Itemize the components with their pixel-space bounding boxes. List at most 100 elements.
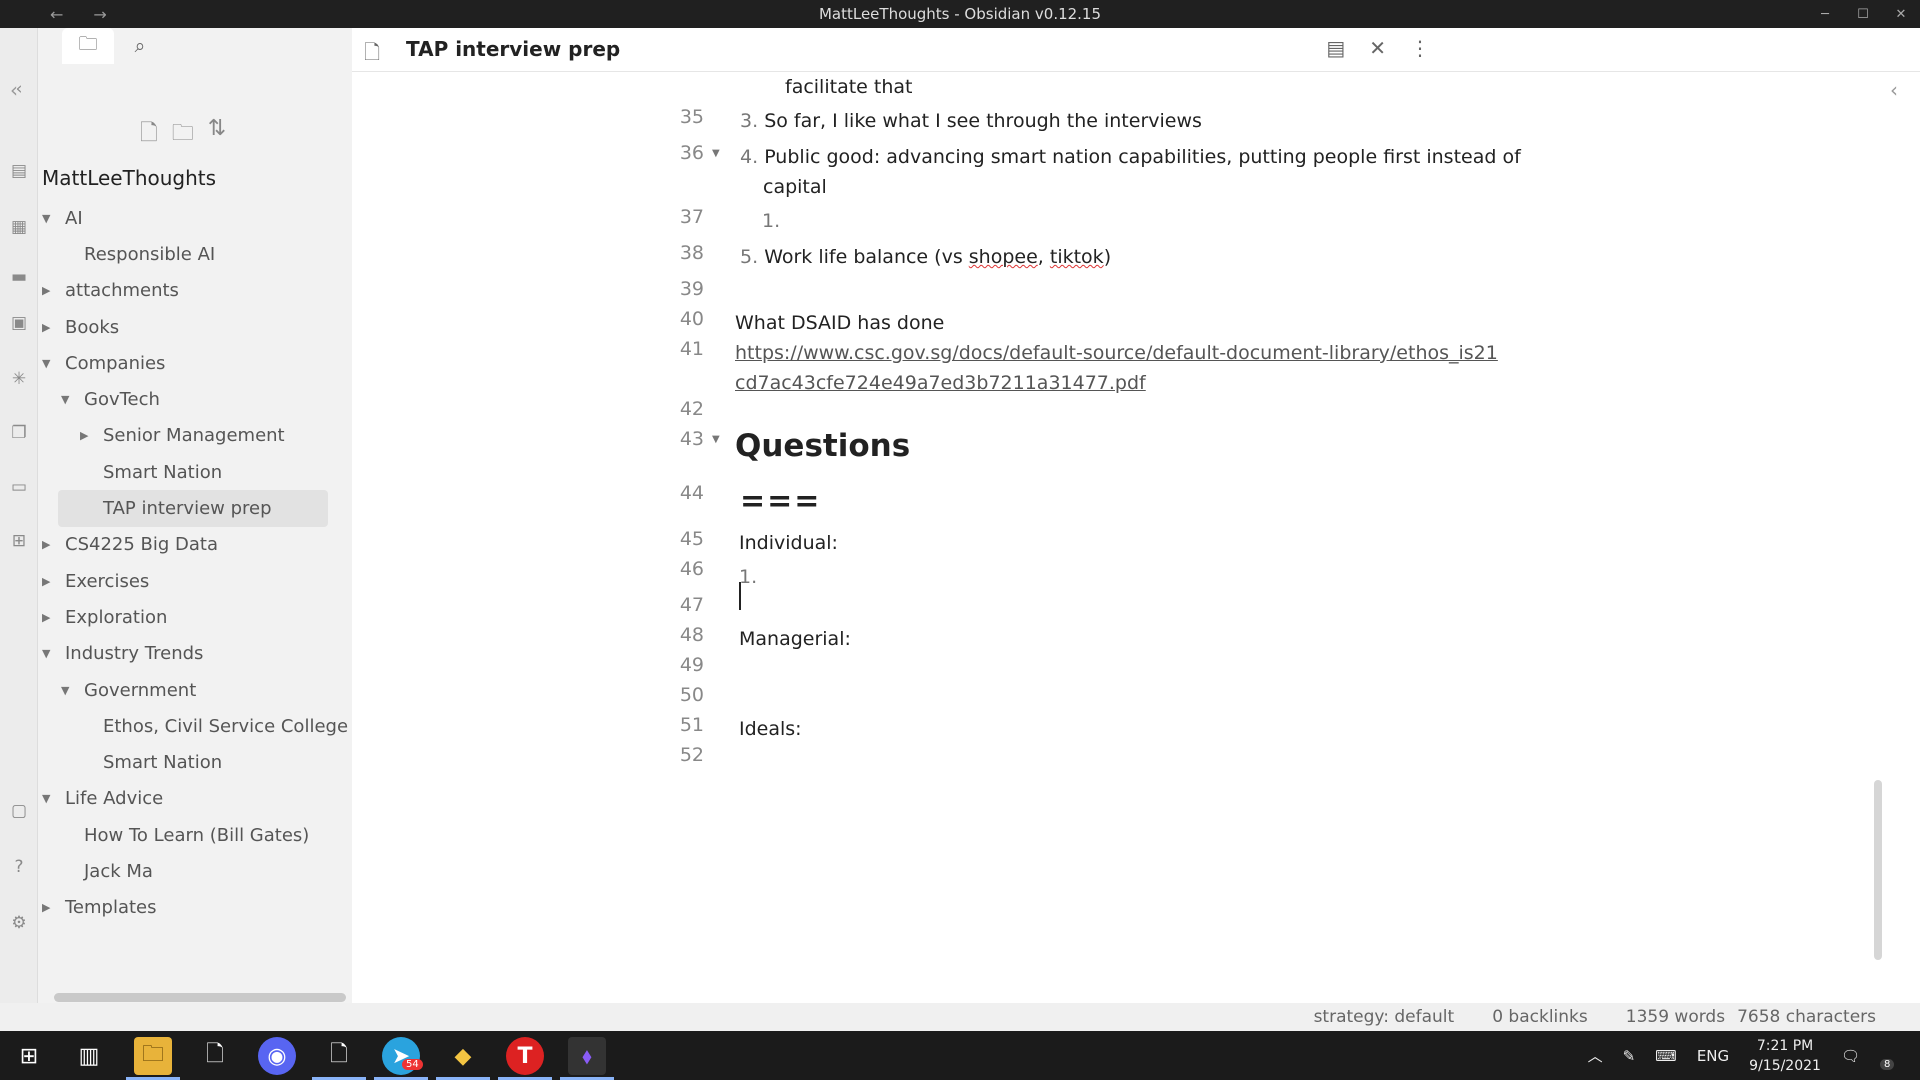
url-link[interactable]: cd7ac43cfe724e49a7ed3b7211a31477.pdf xyxy=(735,372,1146,394)
task-view-icon[interactable]: ▥ xyxy=(70,1037,108,1075)
tree-item[interactable]: TAP interview prep xyxy=(58,490,328,527)
tree-item[interactable]: ▼ Government xyxy=(38,672,352,708)
tree-item[interactable]: Jack Ma xyxy=(38,853,352,889)
chevron-right-icon[interactable]: ▶ xyxy=(42,538,54,551)
chevron-right-icon[interactable]: ▶ xyxy=(42,611,54,624)
tree-item[interactable]: ▼ Companies xyxy=(38,345,352,381)
search-tab-search-icon[interactable]: ⌕ xyxy=(114,28,166,64)
minimize-button[interactable]: ─ xyxy=(1806,0,1844,28)
tree-item[interactable]: Smart Nation xyxy=(38,744,352,780)
plugins-icon[interactable]: ⊞ xyxy=(0,528,38,554)
keyboard-icon[interactable]: ⌨ xyxy=(1655,1047,1677,1065)
tree-item-label: Companies xyxy=(65,352,166,374)
list-item: 4. Public good: advancing smart nation c… xyxy=(740,146,1521,168)
tree-item[interactable]: ▼ AI xyxy=(38,200,352,236)
tree-item[interactable]: ▶ Books xyxy=(38,309,352,345)
pen-icon[interactable]: ✎ xyxy=(1623,1047,1636,1065)
chevron-right-icon[interactable]: ▶ xyxy=(80,429,92,442)
notifications-icon[interactable]: 🗨 xyxy=(1841,1047,1860,1065)
preview-toggle-icon[interactable]: ▤ xyxy=(1326,36,1345,60)
tree-item-label: GovTech xyxy=(84,389,160,411)
settings-gear-icon[interactable]: ⚙ xyxy=(0,910,38,936)
notepad-icon[interactable]: 🗋 xyxy=(320,1037,358,1075)
forward-arrow-icon[interactable]: → xyxy=(93,5,106,24)
help-icon[interactable]: ? xyxy=(0,854,38,880)
line-number: 40 xyxy=(679,308,704,330)
misspelled-word[interactable]: shopee xyxy=(969,246,1038,268)
editor-pane[interactable]: 35 36 37 38 39 40 41 42 43 44 45 46 47 4… xyxy=(352,72,1882,1002)
table-icon[interactable]: ▦ xyxy=(0,214,38,240)
list-item: 1. xyxy=(739,566,757,588)
tree-item[interactable]: ▼ Industry Trends xyxy=(38,636,352,672)
tree-item[interactable]: ▶ Templates xyxy=(38,890,352,926)
quick-switcher-icon[interactable]: ▤ xyxy=(0,158,38,184)
chevron-right-icon[interactable]: ▶ xyxy=(42,901,54,914)
files-tab-folder-icon[interactable]: 🗀 xyxy=(62,28,114,64)
collapse-right-icon[interactable]: ‹ xyxy=(1890,78,1898,102)
tree-item[interactable]: ▶ Exploration xyxy=(38,599,352,635)
line-number: 43 xyxy=(679,428,704,450)
misspelled-word[interactable]: tiktok xyxy=(1050,246,1104,268)
tree-item-label: CS4225 Big Data xyxy=(65,534,218,556)
chevron-down-icon[interactable]: ▼ xyxy=(42,357,54,370)
window-controls: ─ ☐ ✕ xyxy=(1806,0,1920,28)
chevron-right-icon[interactable]: ▶ xyxy=(42,575,54,588)
tree-item[interactable]: ▶ Exercises xyxy=(38,563,352,599)
new-folder-icon[interactable]: 🗀 xyxy=(172,116,194,154)
chevron-right-icon[interactable]: ▶ xyxy=(42,321,54,334)
document-icon[interactable]: 🗋 xyxy=(196,1037,234,1075)
file-explorer-icon[interactable]: 🗀 xyxy=(134,1037,172,1075)
back-arrow-icon[interactable]: ← xyxy=(50,5,63,24)
chevron-down-icon[interactable]: ▼ xyxy=(42,212,54,225)
discord-icon[interactable]: ◉ xyxy=(258,1037,296,1075)
vault-icon[interactable]: ▢ xyxy=(0,798,38,824)
obsidian-icon[interactable]: ⬧ xyxy=(568,1037,606,1075)
editor-scrollbar[interactable] xyxy=(1874,780,1882,960)
chevron-down-icon[interactable]: ▼ xyxy=(61,393,73,406)
status-backlinks[interactable]: 0 backlinks xyxy=(1492,1007,1588,1027)
windows-start-icon[interactable]: ⊞ xyxy=(10,1037,48,1075)
t-app-icon[interactable]: T xyxy=(506,1037,544,1075)
chevron-down-icon[interactable]: ▼ xyxy=(61,684,73,697)
tree-item-label: attachments xyxy=(65,280,179,302)
close-window-button[interactable]: ✕ xyxy=(1882,0,1920,28)
tree-item[interactable]: ▶ attachments xyxy=(38,273,352,309)
new-note-icon[interactable]: 🗋 xyxy=(140,116,158,154)
chevron-right-icon[interactable]: ▶ xyxy=(42,284,54,297)
line-number: 52 xyxy=(679,744,704,766)
fold-toggle-icon[interactable]: ▼ xyxy=(712,434,720,445)
tree-item[interactable]: How To Learn (Bill Gates) xyxy=(38,817,352,853)
chevron-left-icon[interactable]: ‹ xyxy=(10,78,18,102)
file-actions: 🗋 🗀 ⇅ xyxy=(140,116,226,154)
document-icon[interactable]: ▣ xyxy=(0,310,38,336)
git-client-icon[interactable]: ◆ xyxy=(444,1037,482,1075)
note-title[interactable]: TAP interview prep xyxy=(406,37,620,61)
tree-item[interactable]: ▼ GovTech xyxy=(38,381,352,417)
copy-icon[interactable]: ❐ xyxy=(0,420,38,446)
tree-item[interactable]: ▼ Life Advice xyxy=(38,781,352,817)
maximize-button[interactable]: ☐ xyxy=(1844,0,1882,28)
collapse-left-icon[interactable]: ‹ xyxy=(0,76,38,102)
graph-view-icon[interactable]: ✳ xyxy=(0,366,38,392)
tree-item[interactable]: Ethos, Civil Service College xyxy=(38,708,352,744)
sort-icon[interactable]: ⇅ xyxy=(208,116,226,154)
chevron-down-icon[interactable]: ▼ xyxy=(42,647,54,660)
slides-icon[interactable]: ▭ xyxy=(0,474,38,500)
tree-item[interactable]: Smart Nation xyxy=(38,454,352,490)
url-link[interactable]: https://www.csc.gov.sg/docs/default-sour… xyxy=(735,342,1498,364)
more-options-icon[interactable]: ⋮ xyxy=(1410,36,1430,60)
clock[interactable]: 7:21 PM 9/15/2021 xyxy=(1749,1036,1821,1076)
chevron-down-icon[interactable]: ▼ xyxy=(42,792,54,805)
tree-item[interactable]: Responsible AI xyxy=(38,236,352,272)
chevron-up-icon[interactable]: ︿ xyxy=(1588,1045,1603,1066)
list-continuation: capital xyxy=(763,176,827,198)
close-pane-icon[interactable]: ✕ xyxy=(1369,36,1386,60)
tree-item[interactable]: ▶ CS4225 Big Data xyxy=(38,527,352,563)
status-strategy[interactable]: strategy: default xyxy=(1314,1007,1455,1027)
fold-toggle-icon[interactable]: ▼ xyxy=(712,148,720,159)
sidebar-scrollbar[interactable] xyxy=(54,993,346,1002)
language-indicator[interactable]: ENG xyxy=(1697,1047,1729,1065)
tree-item[interactable]: ▶ Senior Management xyxy=(38,418,352,454)
markdown-icon[interactable]: ▬ xyxy=(0,264,38,290)
line-number: 37 xyxy=(679,206,704,228)
